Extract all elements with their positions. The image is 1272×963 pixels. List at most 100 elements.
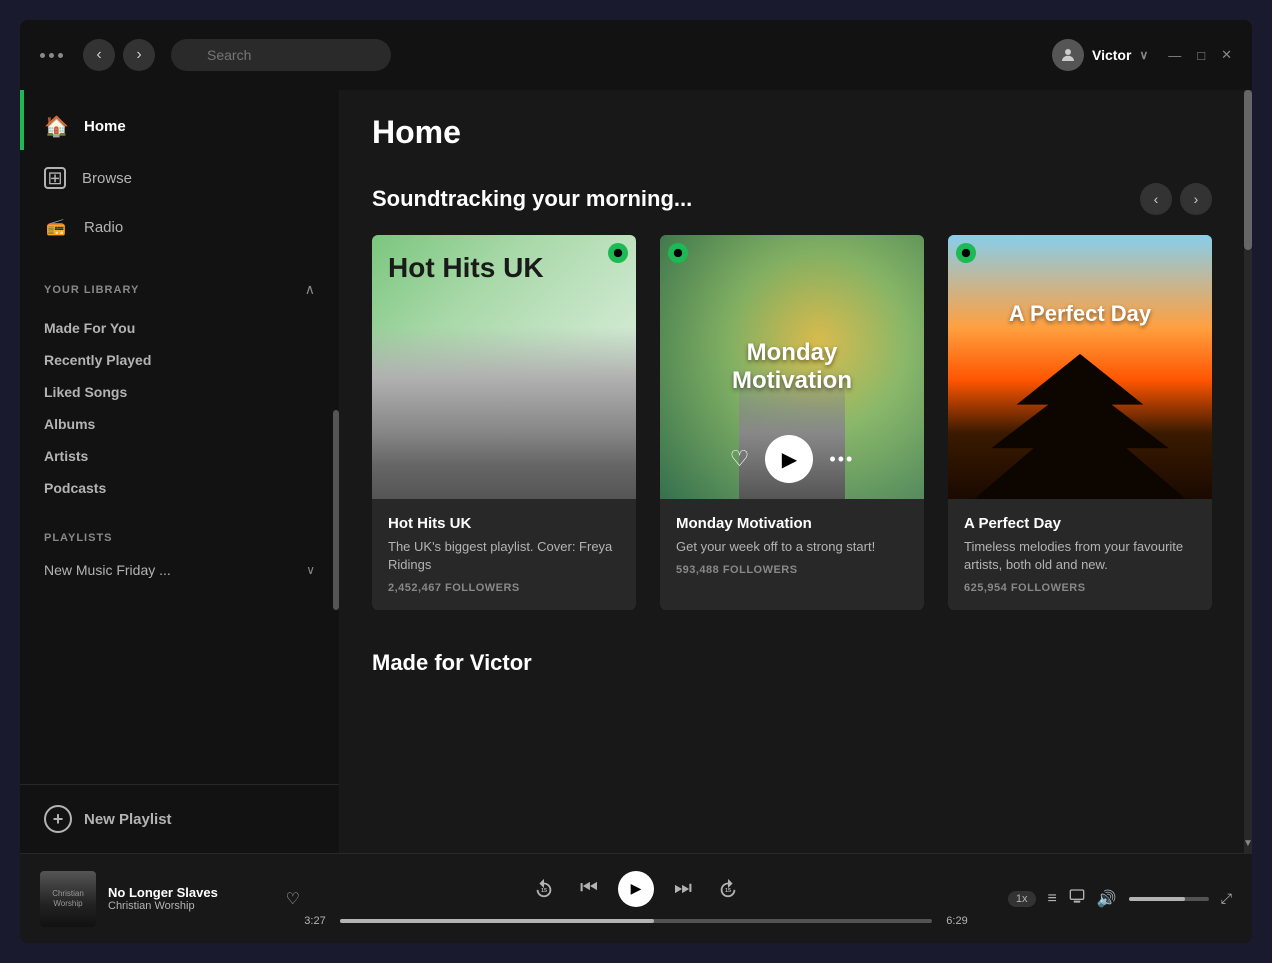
devices-icon[interactable] bbox=[1069, 888, 1085, 909]
current-time: 3:27 bbox=[300, 915, 330, 927]
window-controls: — □ ✕ bbox=[1168, 47, 1232, 63]
card-a-perfect-day-image: A Perfect Day bbox=[948, 235, 1212, 499]
monday-more-button[interactable]: ••• bbox=[829, 449, 854, 470]
library-link-made-for-you[interactable]: Made For You bbox=[44, 314, 315, 342]
track-name: No Longer Slaves bbox=[108, 885, 274, 900]
library-link-podcasts[interactable]: Podcasts bbox=[44, 474, 315, 502]
total-time: 6:29 bbox=[942, 915, 972, 927]
card-a-perfect-day-name: A Perfect Day bbox=[964, 515, 1196, 532]
section-next-button[interactable]: › bbox=[1180, 183, 1212, 215]
player-controls: 15 ⏮ ▶ ⏭ 15 3:27 6:29 bbox=[300, 871, 972, 927]
playlist-item-label: New Music Friday ... bbox=[44, 562, 171, 578]
monday-heart-button[interactable]: ♡ bbox=[730, 446, 750, 472]
card-a-perfect-day-desc: Timeless melodies from your favourite ar… bbox=[964, 538, 1196, 574]
card-a-perfect-day-followers: 625,954 FOLLOWERS bbox=[964, 582, 1196, 594]
library-section: YOUR LIBRARY ∧ Made For You Recently Pla… bbox=[20, 261, 339, 512]
card-a-perfect-day[interactable]: A Perfect Day A Perfect Day Timeless mel… bbox=[948, 235, 1212, 610]
library-link-albums[interactable]: Albums bbox=[44, 410, 315, 438]
library-link-liked-songs[interactable]: Liked Songs bbox=[44, 378, 315, 406]
card-hot-hits-uk-image: Hot Hits UK bbox=[372, 235, 636, 499]
progress-bar[interactable] bbox=[340, 919, 932, 923]
section-nav-morning: ‹ › bbox=[1140, 183, 1212, 215]
player-buttons: 15 ⏮ ▶ ⏭ 15 bbox=[528, 871, 744, 907]
next-button[interactable]: ⏭ bbox=[674, 877, 692, 900]
forward-button[interactable]: › bbox=[123, 39, 155, 71]
card-hot-hits-uk-name: Hot Hits UK bbox=[388, 515, 620, 532]
card-hot-hits-uk-desc: The UK's biggest playlist. Cover: Freya … bbox=[388, 538, 620, 574]
monday-background: MondayMotivation ♡ ▶ ••• bbox=[660, 235, 924, 499]
user-area[interactable]: Victor ∨ bbox=[1052, 39, 1148, 71]
track-info: No Longer Slaves Christian Worship bbox=[108, 885, 274, 912]
library-collapse-button[interactable]: ∧ bbox=[305, 281, 315, 298]
spotify-logo-perfect-day bbox=[956, 243, 976, 263]
back-button[interactable]: ‹ bbox=[83, 39, 115, 71]
search-input[interactable] bbox=[171, 39, 391, 71]
scrollbar-arrow-down[interactable]: ▼ bbox=[1244, 833, 1252, 853]
progress-fill bbox=[340, 919, 654, 923]
sidebar-item-home[interactable]: 🏠 Home bbox=[20, 100, 339, 153]
previous-button[interactable]: ⏮ bbox=[580, 877, 598, 900]
monday-overlay-controls: ♡ ▶ ••• bbox=[660, 435, 924, 483]
nav-items: 🏠 Home ⊞ Browse 📻 Radio bbox=[20, 90, 339, 261]
morning-section-title: Soundtracking your morning... bbox=[372, 186, 692, 212]
new-playlist-label: New Playlist bbox=[84, 811, 172, 828]
hot-hits-person-silhouette bbox=[372, 327, 636, 499]
queue-icon[interactable]: ≡ bbox=[1048, 890, 1057, 908]
user-avatar bbox=[1052, 39, 1084, 71]
library-link-recently-played[interactable]: Recently Played bbox=[44, 346, 315, 374]
library-header: YOUR LIBRARY ∧ bbox=[44, 281, 315, 298]
skip-forward-button[interactable]: 15 bbox=[712, 873, 744, 905]
main-content[interactable]: Home Soundtracking your morning... ‹ › bbox=[340, 90, 1244, 853]
search-wrapper: 🔍 bbox=[171, 39, 391, 71]
card-monday-motivation[interactable]: MondayMotivation ♡ ▶ ••• bbox=[660, 235, 924, 610]
made-for-victor-title: Made for Victor bbox=[372, 650, 1212, 676]
player-extra: 1x ≡ 🔊 ⤢ bbox=[972, 888, 1232, 909]
card-hot-hits-uk-followers: 2,452,467 FOLLOWERS bbox=[388, 582, 620, 594]
svg-text:15: 15 bbox=[725, 887, 731, 893]
sidebar-item-radio[interactable]: 📻 Radio bbox=[20, 203, 339, 251]
scrollbar-thumb[interactable] bbox=[1244, 90, 1252, 250]
volume-bar[interactable] bbox=[1129, 897, 1209, 901]
maximize-button[interactable]: □ bbox=[1197, 48, 1205, 63]
monday-play-button[interactable]: ▶ bbox=[765, 435, 813, 483]
card-monday-motivation-desc: Get your week off to a strong start! bbox=[676, 538, 908, 556]
card-monday-motivation-image: MondayMotivation ♡ ▶ ••• bbox=[660, 235, 924, 499]
title-bar: ‹ › 🔍 Victor ∨ — □ ✕ bbox=[20, 20, 1252, 90]
right-scrollbar[interactable]: ▲ ▼ bbox=[1244, 90, 1252, 853]
perfect-day-text-overlay: A Perfect Day bbox=[1009, 301, 1151, 327]
library-title: YOUR LIBRARY bbox=[44, 284, 139, 296]
menu-dots[interactable] bbox=[40, 53, 63, 58]
home-icon: 🏠 bbox=[44, 114, 68, 139]
sidebar-item-radio-label: Radio bbox=[84, 219, 123, 236]
minimize-button[interactable]: — bbox=[1168, 48, 1181, 63]
playlist-dropdown-icon: ∨ bbox=[306, 563, 315, 577]
plus-icon: + bbox=[44, 805, 72, 833]
sidebar-scrollbar[interactable] bbox=[333, 410, 339, 610]
user-name: Victor bbox=[1092, 47, 1131, 63]
new-playlist-button[interactable]: + New Playlist bbox=[20, 784, 339, 853]
card-monday-motivation-name: Monday Motivation bbox=[676, 515, 908, 532]
library-link-artists[interactable]: Artists bbox=[44, 442, 315, 470]
player-track: Christian Worship No Longer Slaves Chris… bbox=[40, 871, 300, 927]
user-dropdown-icon[interactable]: ∨ bbox=[1139, 48, 1148, 62]
expand-button[interactable]: ⤢ bbox=[1221, 890, 1232, 907]
track-thumbnail-label: Christian Worship bbox=[44, 889, 92, 908]
browse-icon: ⊞ bbox=[44, 167, 66, 189]
close-button[interactable]: ✕ bbox=[1221, 47, 1232, 63]
card-hot-hits-uk[interactable]: Hot Hits UK Hot Hits UK The UK's biggest… bbox=[372, 235, 636, 610]
volume-icon[interactable]: 🔊 bbox=[1097, 889, 1117, 909]
cards-grid: Hot Hits UK Hot Hits UK The UK's biggest… bbox=[372, 235, 1212, 610]
page-title: Home bbox=[372, 114, 1212, 151]
hot-hits-title-overlay: Hot Hits UK bbox=[388, 251, 544, 285]
speed-button[interactable]: 1x bbox=[1008, 891, 1036, 907]
section-prev-button[interactable]: ‹ bbox=[1140, 183, 1172, 215]
card-monday-motivation-followers: 593,488 FOLLOWERS bbox=[676, 564, 908, 576]
perfect-day-background: A Perfect Day bbox=[948, 235, 1212, 499]
sidebar-item-browse[interactable]: ⊞ Browse bbox=[20, 153, 339, 203]
sidebar: 🏠 Home ⊞ Browse 📻 Radio YOUR LIBRARY ∧ bbox=[20, 90, 340, 853]
volume-fill bbox=[1129, 897, 1185, 901]
track-heart-button[interactable]: ♡ bbox=[286, 889, 300, 909]
skip-back-button[interactable]: 15 bbox=[528, 873, 560, 905]
play-pause-button[interactable]: ▶ bbox=[618, 871, 654, 907]
playlist-item-new-music-friday[interactable]: New Music Friday ... ∨ bbox=[44, 556, 315, 584]
